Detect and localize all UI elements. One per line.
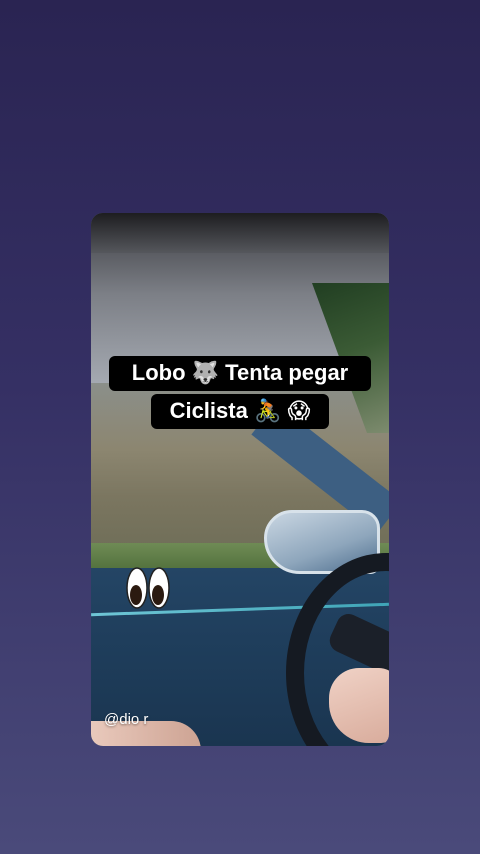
caption-line-1: Lobo 🐺 Tenta pegar: [109, 356, 371, 391]
sun-visor: [91, 213, 389, 253]
wolf-emoji-icon: 🐺: [191, 361, 220, 386]
creator-watermark: @dio r: [104, 711, 149, 728]
eyes-icon: [125, 565, 171, 611]
caption-word-ciclista: Ciclista: [169, 398, 248, 423]
scream-emoji-icon: 😱: [287, 399, 311, 424]
caption-line-2: Ciclista 🚴 😱: [151, 394, 329, 429]
cyclist-emoji-icon: 🚴: [253, 399, 282, 424]
caption-words-tenta-pegar: Tenta pegar: [225, 360, 349, 385]
caption-word-lobo: Lobo: [131, 360, 186, 385]
story-media[interactable]: [91, 213, 389, 746]
